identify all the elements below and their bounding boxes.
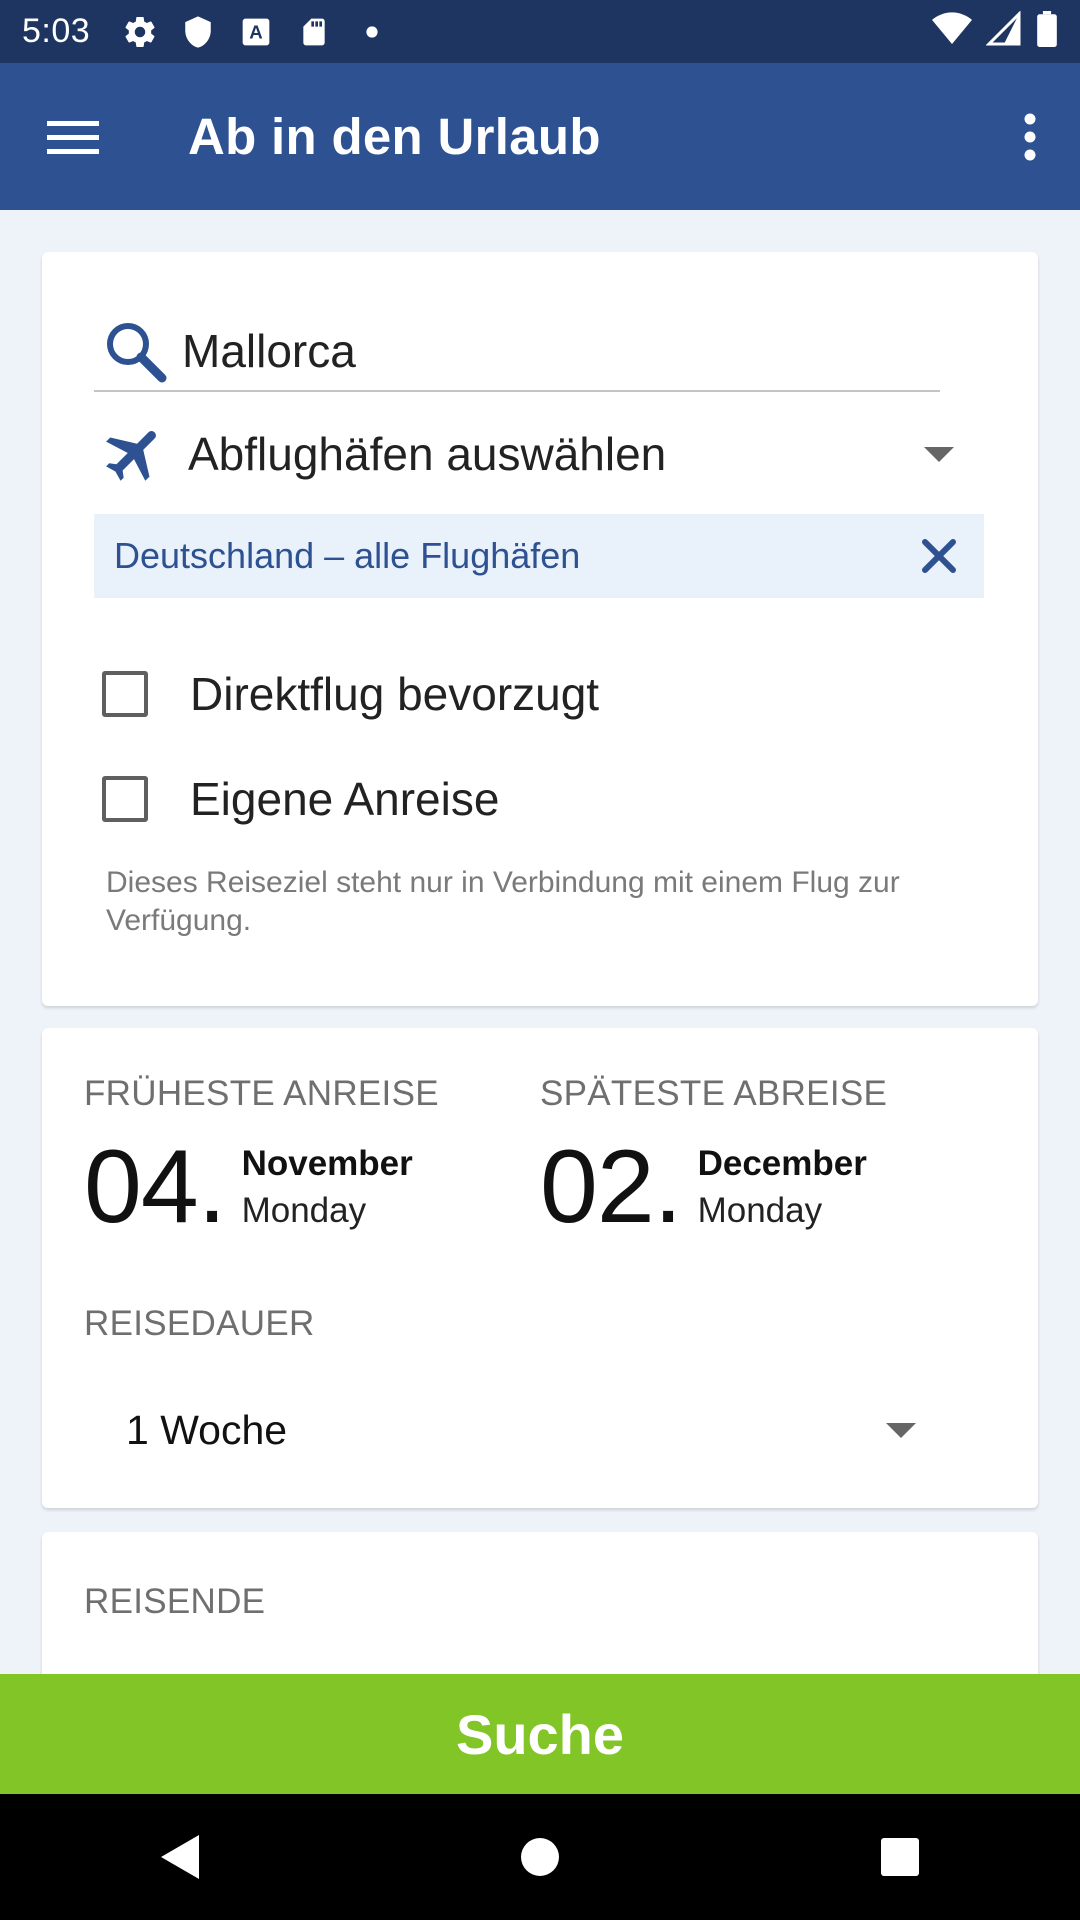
destination-card: Mallorca Abflughäfen auswählen Deutschla…: [42, 252, 1038, 1006]
duration-value: 1 Woche: [126, 1406, 288, 1453]
earliest-weekday: Monday: [241, 1191, 367, 1230]
direct-flight-label: Direktflug bevorzugt: [190, 668, 600, 720]
search-value: Mallorca: [182, 325, 356, 377]
sd-card-icon: [294, 12, 334, 52]
back-icon[interactable]: [135, 1812, 225, 1902]
dates-card: FRÜHESTE ANREISE 04. November Monday SPÄ…: [42, 1028, 1038, 1508]
travelers-label: REISENDE: [84, 1582, 266, 1621]
latest-departure-label: SPÄTESTE ABREISE: [540, 1074, 888, 1113]
latest-day: 02.: [540, 1129, 683, 1245]
recents-icon[interactable]: [855, 1812, 945, 1902]
search-button[interactable]: Suche: [0, 1674, 1080, 1794]
gear-icon: [120, 12, 160, 52]
airplane-icon: [100, 419, 170, 489]
search-input[interactable]: Mallorca: [94, 312, 940, 392]
earliest-arrival-label: FRÜHESTE ANREISE: [84, 1074, 439, 1113]
own-arrival-checkbox[interactable]: [102, 776, 148, 822]
direct-flight-checkbox[interactable]: [102, 671, 148, 717]
own-arrival-label: Eigene Anreise: [190, 773, 500, 825]
status-time: 5:03: [22, 12, 91, 50]
latest-departure-value: 02. December Monday: [540, 1132, 887, 1242]
battery-icon: [1036, 11, 1058, 52]
earliest-meta: November Monday: [242, 1142, 413, 1236]
latest-month: December: [697, 1144, 867, 1183]
duration-select[interactable]: 1 Woche: [126, 1390, 1006, 1470]
more-vert-icon[interactable]: [980, 63, 1080, 210]
chevron-down-icon: [886, 1422, 916, 1438]
app-bar: Ab in den Urlaub: [0, 63, 1080, 210]
earliest-day: 04.: [84, 1129, 227, 1245]
own-arrival-option[interactable]: Eigene Anreise: [102, 759, 499, 839]
chevron-down-icon: [924, 446, 954, 462]
status-right: [932, 10, 1058, 52]
dot-icon: [352, 12, 392, 52]
airport-chip: Deutschland – alle Flughäfen: [94, 514, 984, 598]
home-icon[interactable]: [495, 1812, 585, 1902]
shield-icon: [178, 12, 218, 52]
status-bar: 5:03 A: [0, 0, 1080, 63]
signal-icon: [985, 10, 1022, 52]
wifi-icon: [932, 11, 972, 52]
navigation-bar: [0, 1794, 1080, 1920]
direct-flight-option[interactable]: Direktflug bevorzugt: [102, 654, 599, 734]
airport-select[interactable]: Abflughäfen auswählen: [94, 414, 994, 494]
hamburger-menu-icon[interactable]: [0, 63, 146, 210]
app-title: Ab in den Urlaub: [188, 108, 601, 165]
latest-weekday: Monday: [697, 1191, 823, 1230]
airport-chip-label: Deutschland – alle Flughäfen: [114, 535, 581, 576]
search-icon: [102, 318, 168, 384]
screen: 5:03 A Ab in den Urlaub Mallorca Abflugh…: [0, 0, 1080, 1920]
a-icon: A: [236, 12, 276, 52]
latest-meta: December Monday: [698, 1142, 867, 1236]
close-icon[interactable]: [914, 531, 964, 581]
duration-label: REISEDAUER: [84, 1304, 315, 1343]
earliest-arrival-date[interactable]: FRÜHESTE ANREISE 04. November Monday: [84, 1074, 439, 1242]
flight-hint: Dieses Reiseziel steht nur in Verbindung…: [106, 866, 900, 937]
airport-select-label: Abflughäfen auswählen: [188, 428, 667, 480]
earliest-month: November: [241, 1144, 413, 1183]
svg-text:A: A: [249, 21, 262, 42]
latest-departure-date[interactable]: SPÄTESTE ABREISE 02. December Monday: [540, 1074, 887, 1242]
earliest-arrival-value: 04. November Monday: [84, 1132, 439, 1242]
